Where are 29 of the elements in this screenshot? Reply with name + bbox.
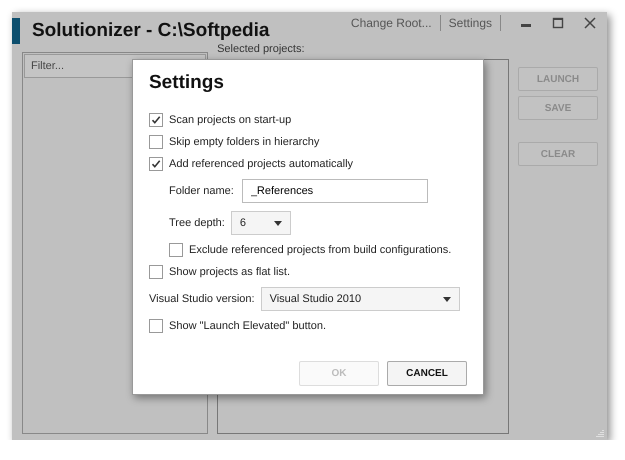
dialog-button[interactable]: CANCEL [387, 361, 467, 386]
checkbox-label[interactable]: Exclude referenced projects from build configurations. [189, 244, 452, 256]
checkbox[interactable] [149, 113, 163, 127]
maximize-icon[interactable] [551, 16, 565, 30]
field-label: Folder name: [169, 185, 234, 197]
checkbox[interactable] [149, 265, 163, 279]
window-title: Solutionizer - C:\Softpedia [32, 20, 270, 42]
checkbox-label[interactable]: Show projects as flat list. [169, 266, 290, 278]
dropdown-label: Visual Studio version: [149, 293, 255, 305]
header-link[interactable]: Settings [448, 16, 492, 30]
tree-depth-dropdown[interactable]: 6 [230, 211, 291, 235]
accent-bar [12, 18, 20, 44]
selected-projects-label: Selected projects: [217, 43, 306, 57]
folder-name-field[interactable]: _References [242, 179, 428, 203]
checkbox-label[interactable]: Scan projects on start-up [169, 114, 292, 126]
dropdown-label: Tree depth: [169, 217, 225, 229]
checkbox-label[interactable]: Add referenced projects automatically [169, 158, 354, 170]
resize-grip-icon[interactable] [595, 428, 605, 438]
checkbox[interactable] [169, 243, 183, 257]
checkbox[interactable] [149, 319, 163, 333]
checkbox[interactable] [149, 135, 163, 149]
version-dropdown[interactable]: Visual Studio 2010 [260, 287, 460, 311]
dropdown-caret-icon [274, 220, 282, 226]
checkbox-label[interactable]: Skip empty folders in hierarchy [169, 136, 320, 148]
dropdown-caret-icon [442, 296, 451, 302]
checkbox-label[interactable]: Show "Launch Elevated" button. [169, 320, 326, 332]
close-icon[interactable] [583, 16, 597, 30]
header-link[interactable]: Change Root... [350, 16, 432, 30]
checkbox[interactable] [149, 157, 163, 171]
